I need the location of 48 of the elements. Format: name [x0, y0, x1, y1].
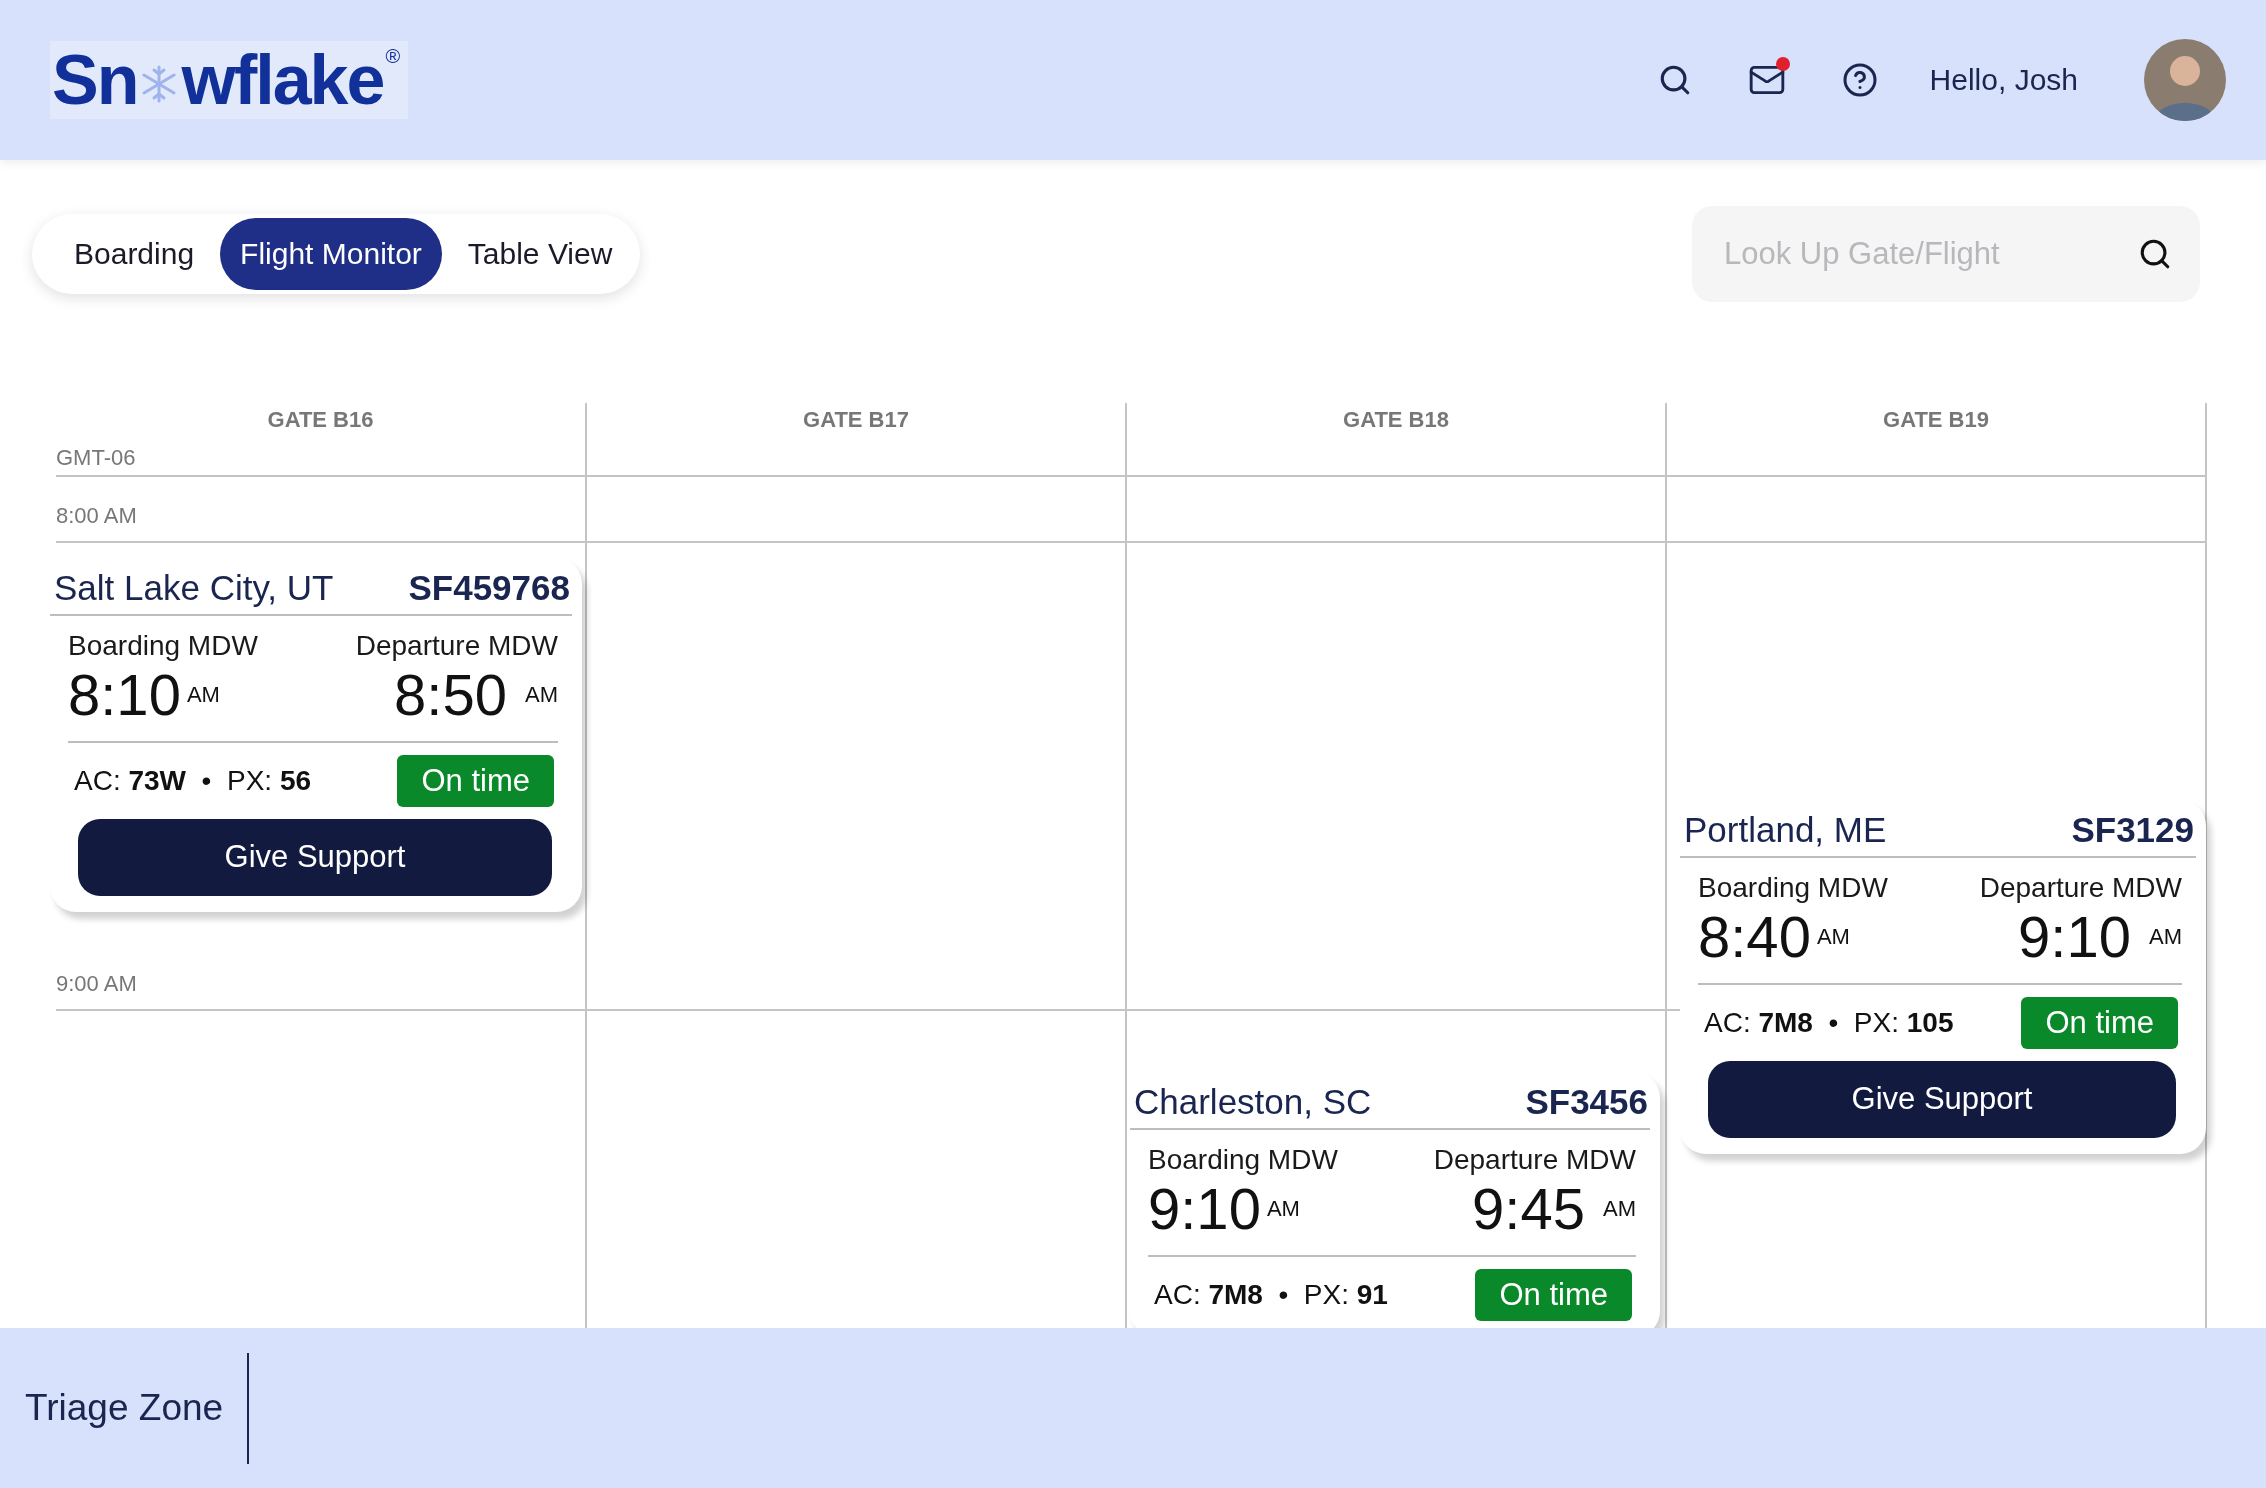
departure-label: Departure MDW [1433, 1144, 1636, 1176]
flight-number: SF459768 [408, 568, 570, 608]
give-support-button[interactable]: Give Support [78, 818, 552, 896]
timezone-label: GMT-06 [56, 445, 136, 471]
logo: Sn wflake® [50, 41, 409, 119]
boarding-time: 9:10 [1148, 1176, 1261, 1243]
departure-label: Departure MDW [355, 630, 558, 662]
status-badge: On time [1475, 1268, 1632, 1321]
view-tab[interactable]: Boarding [54, 218, 215, 290]
departure-time: 9:45 [1472, 1176, 1585, 1243]
gate-header: GATE B19 [1883, 407, 1989, 433]
flight-number: SF3456 [1525, 1082, 1648, 1122]
gate-header: GATE B18 [1343, 407, 1449, 433]
search-field[interactable]: Look Up Gate/Flight [1692, 206, 2200, 302]
boarding-time: 8:40 [1698, 904, 1811, 971]
destination-city: Charleston, SC [1134, 1082, 1372, 1122]
departure-time: 8:50 [394, 662, 507, 729]
boarding-time: 8:10 [68, 662, 181, 729]
greeting: Hello, Josh [1929, 63, 2078, 97]
status-badge: On time [397, 754, 554, 807]
gate-header: GATE B16 [267, 407, 374, 433]
time-period: AM [186, 682, 220, 709]
aircraft-passenger-info: AC: 73W • PX: 56 [74, 764, 312, 797]
departure-label: Departure MDW [1979, 872, 2182, 904]
give-support-button[interactable]: Give Support [1708, 1060, 2176, 1138]
time-period: AM [1266, 1196, 1300, 1223]
section-title: Triage Zone [25, 1352, 250, 1464]
help-icon[interactable] [1841, 62, 1878, 98]
time-label: 9:00 AM [56, 971, 137, 997]
destination-city: Portland, ME [1684, 810, 1887, 850]
flight-number: SF3129 [2071, 810, 2194, 850]
destination-city: Salt Lake City, UT [54, 568, 334, 608]
view-tab[interactable]: Flight Monitor [220, 218, 442, 290]
boarding-label: Boarding MDW [1148, 1144, 1338, 1176]
departure-time: 9:10 [2018, 904, 2131, 971]
time-period: AM [525, 682, 558, 709]
search-icon[interactable] [2138, 237, 2172, 271]
aircraft-passenger-info: AC: 7M8 • PX: 105 [1704, 1006, 1954, 1039]
boarding-label: Boarding MDW [68, 630, 258, 662]
time-period: AM [1816, 924, 1850, 951]
time-label: 8:00 AM [56, 503, 137, 529]
view-tab[interactable]: Table View [447, 218, 633, 290]
gate-header: GATE B17 [803, 407, 909, 433]
aircraft-passenger-info: AC: 7M8 • PX: 91 [1154, 1278, 1388, 1311]
time-period: AM [1603, 1196, 1636, 1223]
time-period: AM [2149, 924, 2182, 951]
status-badge: On time [2021, 996, 2178, 1049]
boarding-label: Boarding MDW [1698, 872, 1888, 904]
